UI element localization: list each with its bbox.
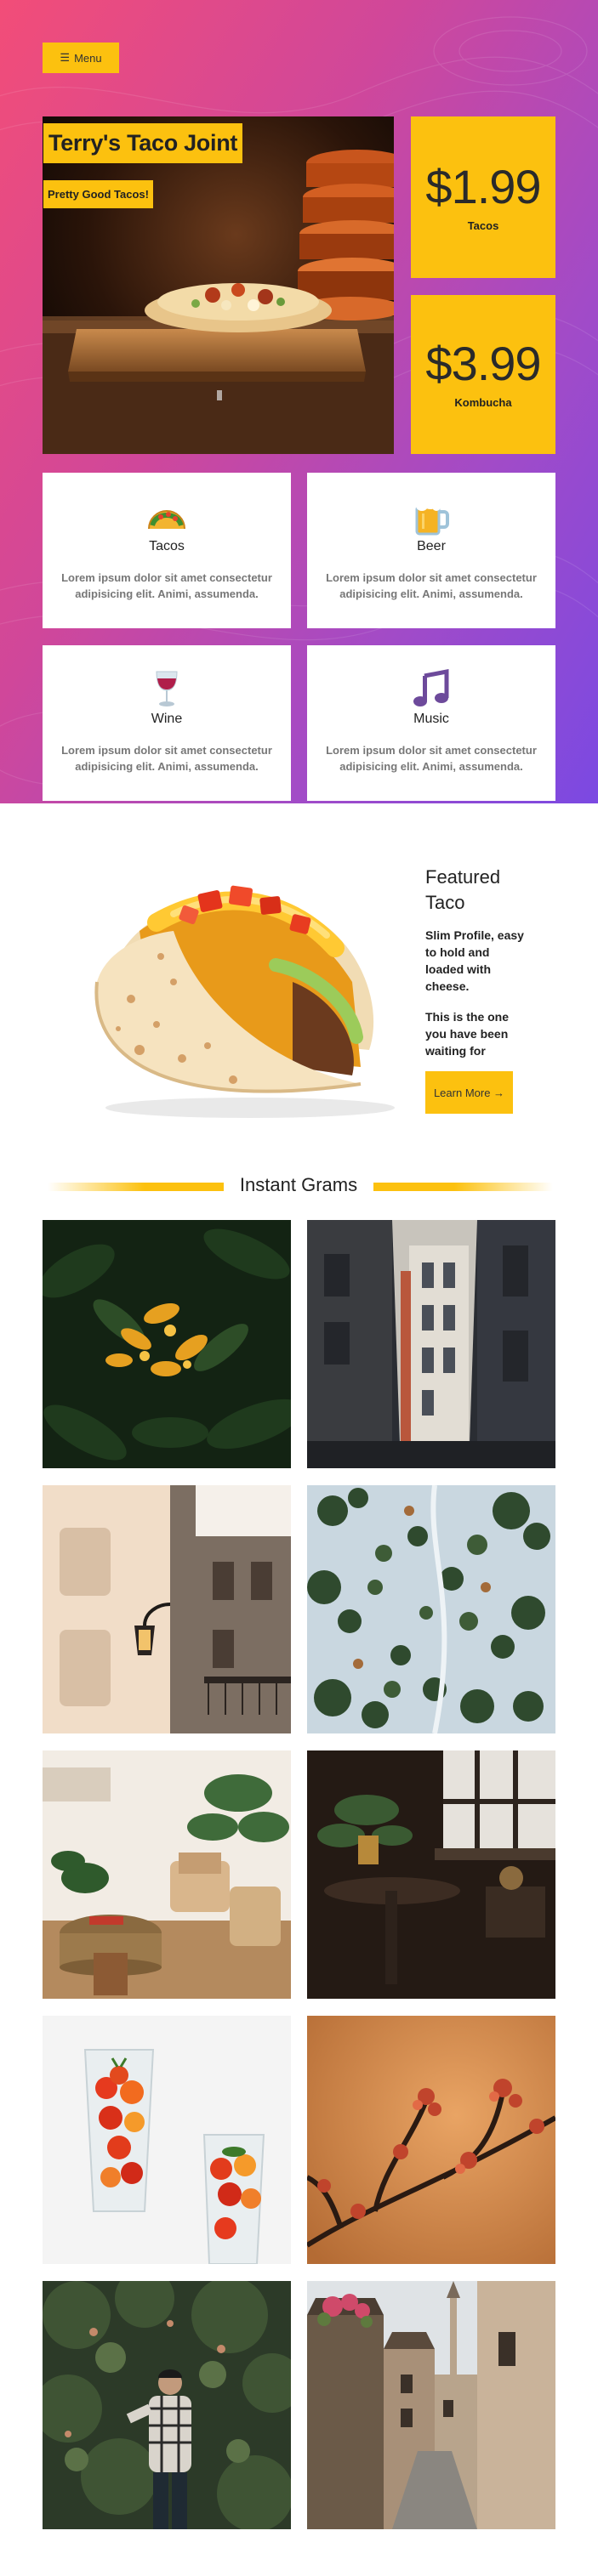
instant-grams-section: Instant Grams (0, 1160, 598, 2576)
gram-photo-snowy-forest-aerial[interactable] (307, 1485, 555, 1733)
menu-button[interactable]: ☰ Menu (43, 43, 119, 73)
feature-text: Lorem ipsum dolor sit amet consectetur a… (61, 744, 272, 773)
featured-description-secondary: This is the one you have been waiting fo… (425, 1010, 510, 1058)
price-value: $3.99 (425, 337, 541, 390)
gram-photo-tomato-glasses[interactable] (43, 2016, 291, 2264)
gram-photo-alley-buildings[interactable] (307, 1220, 555, 1468)
feature-card-tacos: Tacos Lorem ipsum dolor sit amet consect… (43, 473, 291, 628)
hero-section: ☰ Menu Terry's Taco Joint Pretty Good Ta… (0, 0, 598, 803)
gram-photo-old-town-street[interactable] (307, 2281, 555, 2529)
grams-title-divider-right (373, 1183, 553, 1191)
taco-icon (145, 498, 189, 536)
gram-photo-blossom-branch[interactable] (307, 2016, 555, 2264)
feature-title: Wine (151, 712, 183, 726)
gram-photo-dark-room-plant[interactable] (307, 1750, 555, 1999)
hero-subtitle: Pretty Good Tacos! (43, 180, 153, 208)
grams-title: Instant Grams (239, 1174, 358, 1195)
price-card-tacos: $1.99 Tacos (411, 116, 555, 278)
featured-taco-section: Featured Taco Slim Profile, easy to hold… (0, 803, 598, 1160)
price-label: Tacos (467, 218, 499, 232)
featured-description: Slim Profile, easy to hold and loaded wi… (425, 928, 524, 993)
price-value: $1.99 (425, 159, 541, 213)
gram-photo-man-in-garden[interactable] (43, 2281, 291, 2529)
hamburger-icon: ☰ (60, 51, 71, 64)
gram-photo-orange-flowers[interactable] (43, 1220, 291, 1468)
menu-button-label: Menu (74, 51, 102, 65)
feature-card-wine: Wine Lorem ipsum dolor sit amet consecte… (43, 645, 291, 801)
gram-photo-living-room-chairs[interactable] (43, 1750, 291, 1999)
feature-title: Beer (417, 539, 446, 553)
hero-title: Terry's Taco Joint (43, 123, 243, 163)
hero-taco-photo (43, 116, 394, 454)
feature-title: Tacos (149, 539, 185, 553)
grams-title-divider-left (48, 1183, 224, 1191)
learn-more-button[interactable]: Learn More → (425, 1071, 513, 1114)
featured-taco-image (80, 854, 420, 1131)
feature-title: Music (413, 712, 449, 726)
beer-mug-icon (409, 498, 453, 536)
feature-card-beer: Beer Lorem ipsum dolor sit amet consecte… (307, 473, 555, 628)
gram-photo-street-lamp-building[interactable] (43, 1485, 291, 1733)
price-card-kombucha: $3.99 Kombucha (411, 295, 555, 454)
featured-title: Featured Taco (425, 866, 501, 913)
feature-text: Lorem ipsum dolor sit amet consectetur a… (326, 744, 537, 773)
feature-card-music: Music Lorem ipsum dolor sit amet consect… (307, 645, 555, 801)
music-notes-icon (409, 669, 453, 708)
wine-glass-icon (145, 671, 189, 708)
feature-text: Lorem ipsum dolor sit amet consectetur a… (61, 571, 272, 600)
feature-text: Lorem ipsum dolor sit amet consectetur a… (326, 571, 537, 600)
price-label: Kombucha (454, 396, 512, 409)
